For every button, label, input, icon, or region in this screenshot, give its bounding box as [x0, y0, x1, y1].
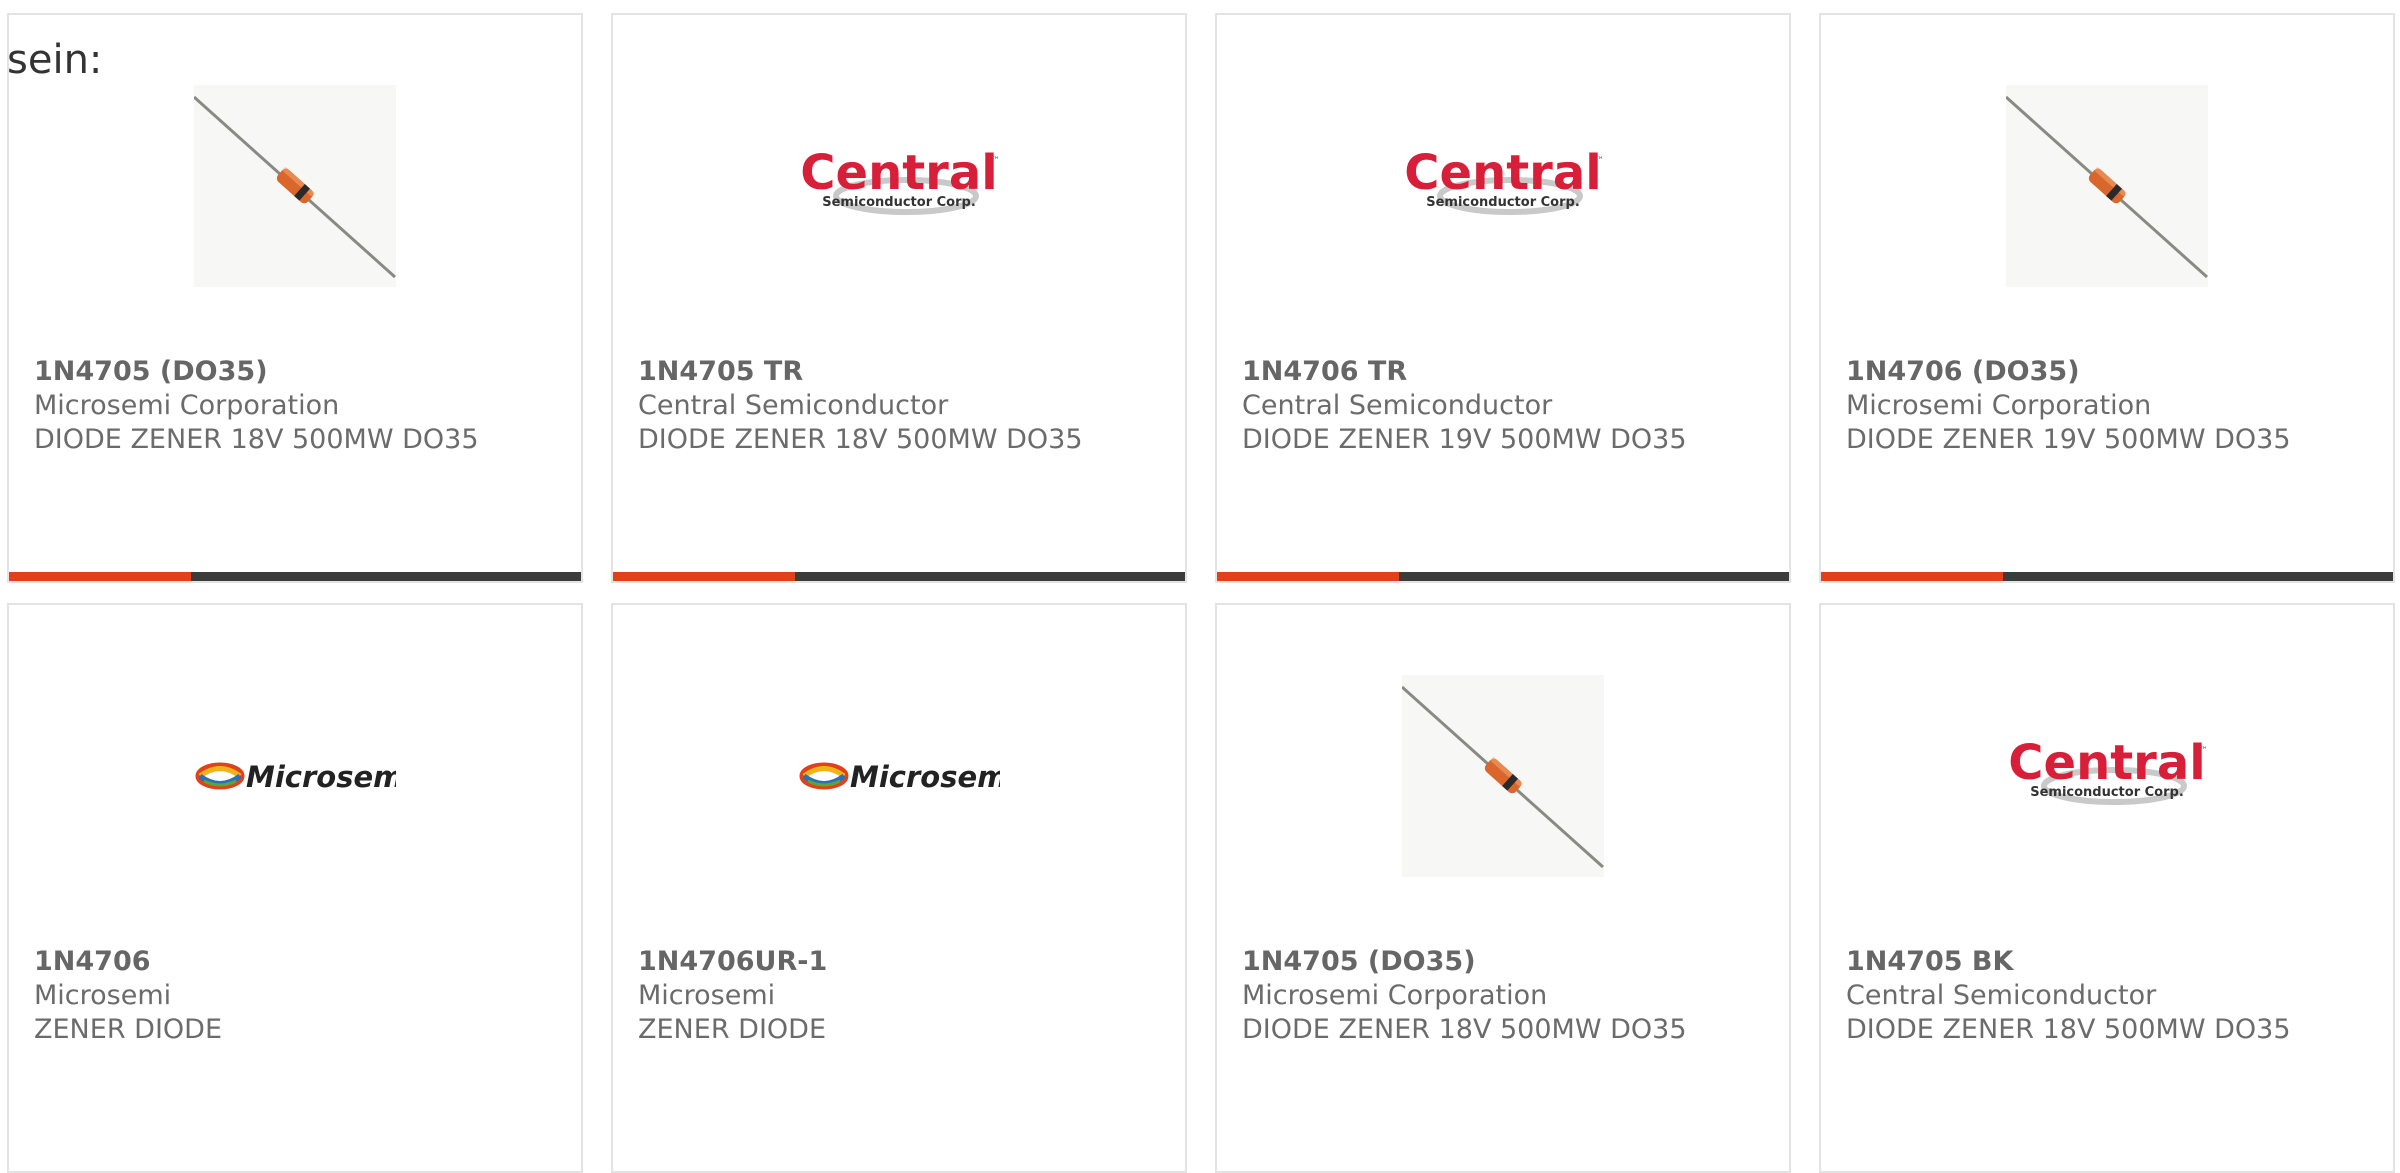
diode-icon	[1402, 675, 1604, 877]
card-bar	[9, 572, 581, 581]
central-logo: Central ™ Semiconductor Corp.	[2006, 731, 2208, 821]
product-image: Microsemi	[194, 675, 396, 877]
manufacturer: Central Semiconductor	[1846, 980, 2157, 1011]
product-card[interactable]: 1N4706 (DO35) Microsemi Corporation DIOD…	[1819, 13, 2395, 583]
part-number[interactable]: 1N4706UR-1	[638, 945, 827, 979]
product-card[interactable]: Central ™ Semiconductor Corp. 1N4705 TR Ce…	[611, 13, 1187, 583]
svg-text:Central: Central	[1404, 145, 1601, 201]
card-bar-accent	[613, 572, 795, 581]
manufacturer: Central Semiconductor	[638, 390, 949, 421]
manufacturer: Central Semiconductor	[1242, 390, 1553, 421]
svg-text:Central: Central	[800, 145, 997, 201]
svg-text:Microsemi: Microsemi	[850, 760, 1000, 794]
part-number[interactable]: 1N4705 (DO35)	[1242, 945, 1687, 979]
description: DIODE ZENER 18V 500MW DO35	[34, 424, 479, 455]
svg-text:Semiconductor Corp.: Semiconductor Corp.	[822, 195, 976, 210]
product-card[interactable]: Microsemi 1N4706UR-1 Microsemi ZENER DIO…	[611, 603, 1187, 1173]
central-logo: Central ™ Semiconductor Corp.	[1402, 141, 1604, 231]
card-bar-accent	[9, 572, 191, 581]
description: DIODE ZENER 19V 500MW DO35	[1846, 424, 2291, 455]
description: DIODE ZENER 18V 500MW DO35	[1846, 1014, 2291, 1045]
product-image	[194, 85, 396, 287]
description: DIODE ZENER 18V 500MW DO35	[1242, 1014, 1687, 1045]
card-bar	[613, 572, 1185, 581]
description: DIODE ZENER 18V 500MW DO35	[638, 424, 1083, 455]
product-image: Central ™ Semiconductor Corp.	[2006, 675, 2208, 877]
part-number[interactable]: 1N4705 (DO35)	[34, 355, 479, 389]
microsemi-logo: Microsemi	[194, 751, 396, 801]
product-card[interactable]: Microsemi 1N4706 Microsemi ZENER DIODE	[7, 603, 583, 1173]
description: ZENER DIODE	[34, 1014, 223, 1045]
product-image: Microsemi	[798, 675, 1000, 877]
card-bar-accent	[1821, 572, 2003, 581]
part-number[interactable]: 1N4705 TR	[638, 355, 1083, 389]
product-image: Central ™ Semiconductor Corp.	[1402, 85, 1604, 287]
product-card[interactable]: 1N4705 (DO35) Microsemi Corporation DIOD…	[7, 13, 583, 583]
card-bar	[1217, 572, 1789, 581]
part-number[interactable]: 1N4706 TR	[1242, 355, 1687, 389]
product-image	[1402, 675, 1604, 877]
diode-icon	[2006, 85, 2208, 287]
diode-icon	[194, 85, 396, 287]
svg-text:™: ™	[2199, 746, 2208, 756]
manufacturer: Microsemi Corporation	[1242, 980, 1548, 1011]
svg-text:Semiconductor Corp.: Semiconductor Corp.	[1426, 195, 1580, 210]
part-number[interactable]: 1N4705 BK	[1846, 945, 2291, 979]
manufacturer: Microsemi Corporation	[1846, 390, 2152, 421]
description: DIODE ZENER 19V 500MW DO35	[1242, 424, 1687, 455]
manufacturer: Microsemi Corporation	[34, 390, 340, 421]
product-image	[2006, 85, 2208, 287]
manufacturer: Microsemi	[34, 980, 172, 1011]
microsemi-logo: Microsemi	[798, 751, 1000, 801]
svg-text:Semiconductor Corp.: Semiconductor Corp.	[2030, 785, 2184, 800]
part-number[interactable]: 1N4706 (DO35)	[1846, 355, 2291, 389]
card-bar-accent	[1217, 572, 1399, 581]
product-card[interactable]: Central ™ Semiconductor Corp. 1N4705 BK Ce…	[1819, 603, 2395, 1173]
svg-text:™: ™	[1595, 156, 1604, 166]
description: ZENER DIODE	[638, 1014, 827, 1045]
svg-text:Central: Central	[2008, 735, 2205, 791]
part-number[interactable]: 1N4706	[34, 945, 222, 979]
manufacturer: Microsemi	[638, 980, 776, 1011]
product-card[interactable]: Central ™ Semiconductor Corp. 1N4706 TR Ce…	[1215, 13, 1791, 583]
central-logo: Central ™ Semiconductor Corp.	[798, 141, 1000, 231]
svg-text:Microsemi: Microsemi	[246, 760, 396, 794]
product-image: Central ™ Semiconductor Corp.	[798, 85, 1000, 287]
product-grid: 1N4705 (DO35) Microsemi Corporation DIOD…	[7, 13, 2400, 1173]
intro-text: sein:	[7, 37, 103, 83]
card-bar	[1821, 572, 2393, 581]
svg-text:™: ™	[991, 156, 1000, 166]
product-card[interactable]: 1N4705 (DO35) Microsemi Corporation DIOD…	[1215, 603, 1791, 1173]
